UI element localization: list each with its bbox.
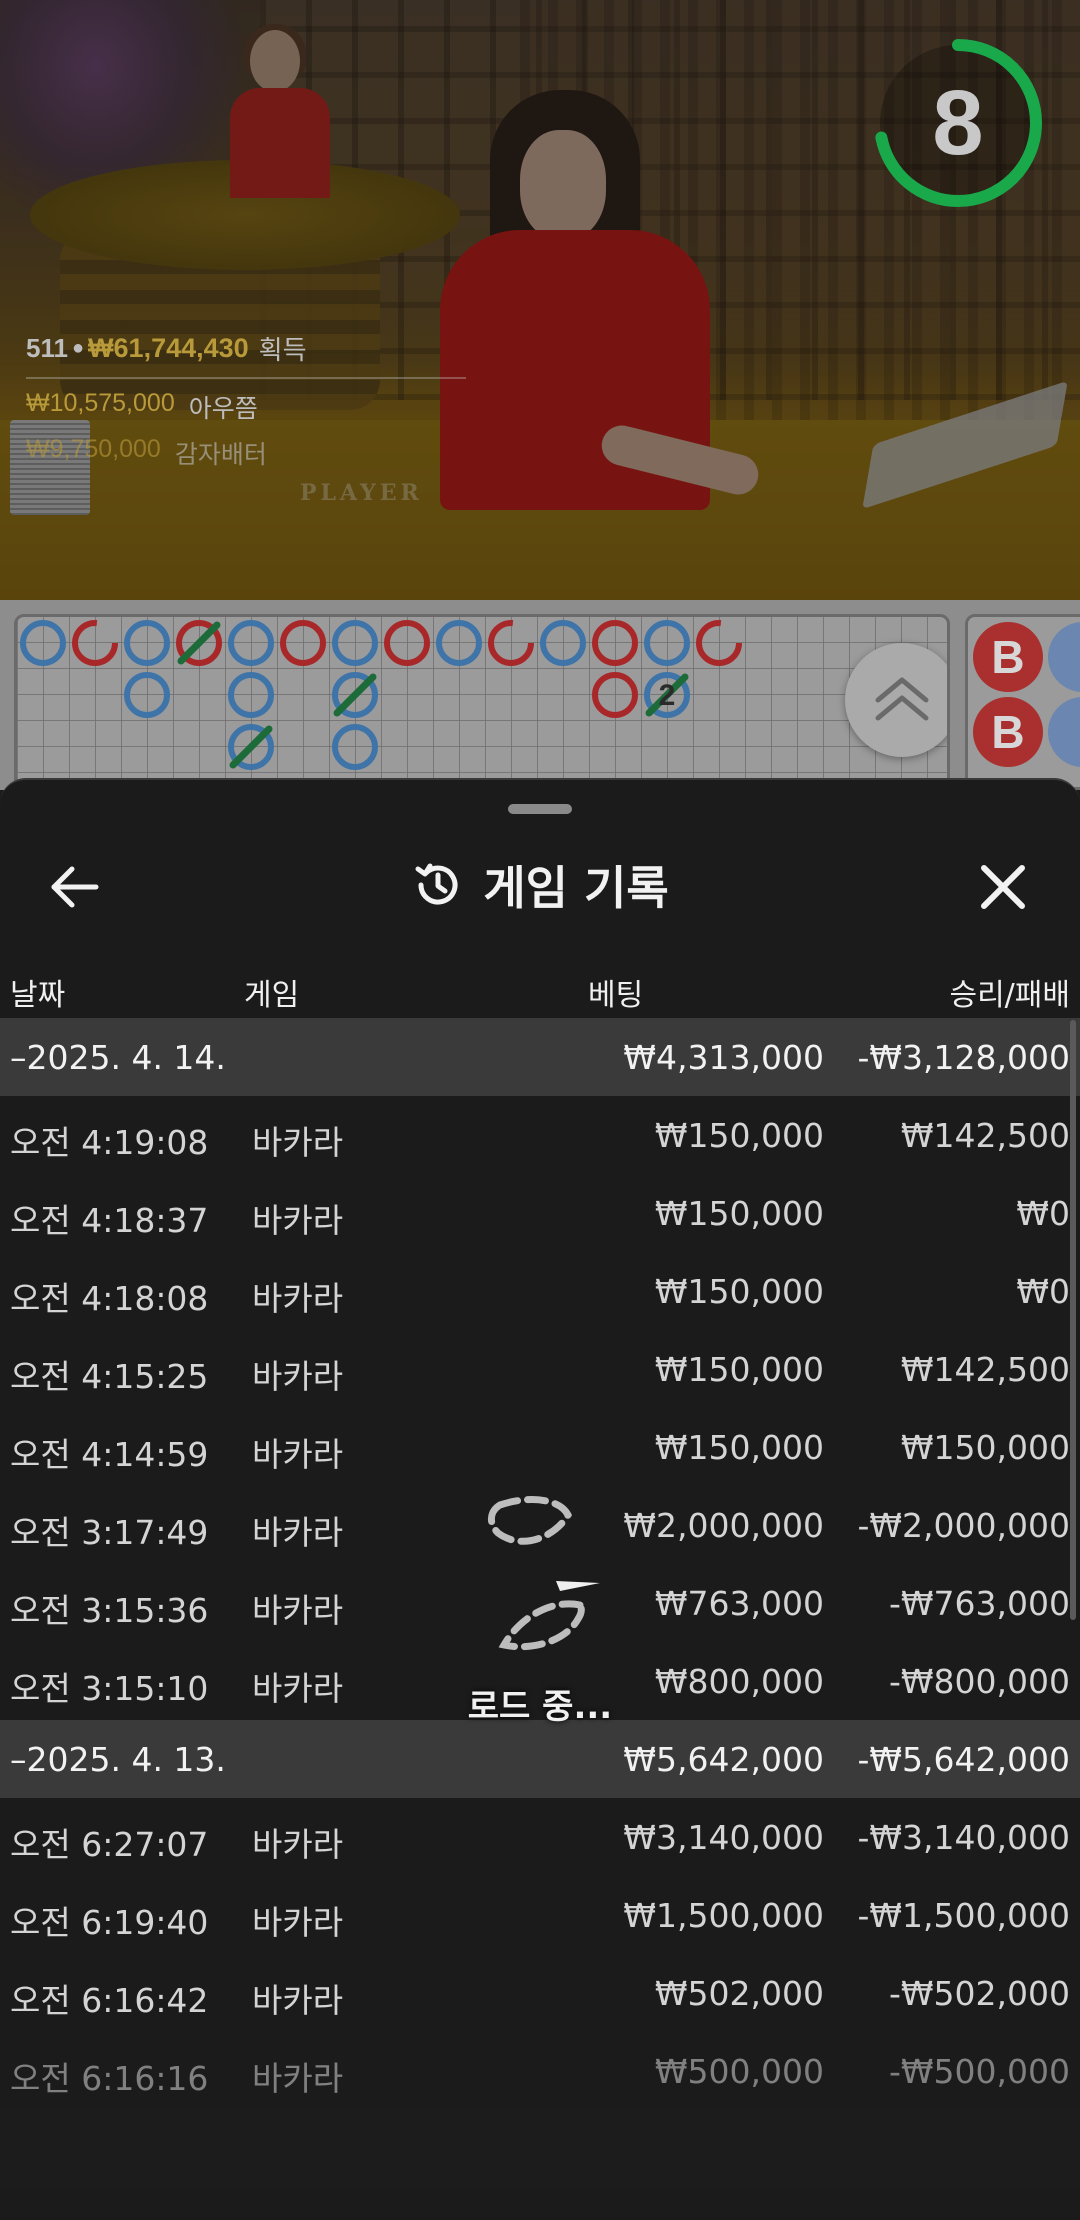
history-row[interactable]: 오전 4:15:25 바카라 ₩150,000 ₩142,500 — [0, 1330, 1080, 1408]
close-icon — [981, 865, 1025, 909]
scrollbar[interactable] — [1070, 1020, 1076, 1620]
history-icon — [415, 863, 458, 905]
bigroad-tie-count: 2 — [659, 679, 676, 712]
app-root: PLAYER 8 511 ● ₩61,744,430 획득 ₩10,575,00… — [0, 0, 1080, 2220]
history-row[interactable]: 오전 6:27:07 바카라 ₩3,140,000 -₩3,140,000 — [0, 1798, 1080, 1876]
game-history-sheet: 게임 기록 날짜 게임 베팅 승리/패배 –2025. 4. 14. ₩4,31… — [0, 778, 1080, 2220]
loading-text: 로드 중... — [467, 1687, 613, 1727]
loading-indicator: 로드 중... — [460, 1485, 620, 1727]
date-group-row[interactable]: –2025. 4. 14. ₩4,313,000 -₩3,128,000 — [0, 1018, 1080, 1096]
bead-banker: B — [973, 697, 1043, 767]
history-row[interactable]: 오전 6:16:42 바카라 ₩502,000 -₩502,000 — [0, 1954, 1080, 2032]
sheet-title-text: 게임 기록 — [483, 861, 669, 915]
live-video: PLAYER 8 511 ● ₩61,744,430 획득 ₩10,575,00… — [0, 0, 1080, 600]
date-group-row-partial — [0, 2110, 1080, 2188]
person-icon: ● — [71, 337, 85, 359]
history-row[interactable]: 오전 4:14:59 바카라 ₩150,000 ₩150,000 — [0, 1408, 1080, 1486]
arrow-left-icon — [51, 866, 99, 908]
date-group-row[interactable]: –2025. 4. 13. ₩5,642,000 -₩5,642,000 — [0, 1720, 1080, 1798]
sheet-header: 게임 기록 — [0, 830, 1080, 940]
sheet-drag-handle[interactable] — [508, 804, 572, 814]
timer-value: 8 — [932, 72, 984, 174]
column-result: 승리/패배 — [949, 978, 1070, 1013]
bead-banker: B — [973, 622, 1043, 692]
top-winner: ₩9,750,000 감자배터 — [26, 435, 267, 469]
column-game: 게임 — [244, 978, 300, 1013]
big-road: 2 — [14, 614, 950, 790]
column-bet: 베팅 — [588, 978, 644, 1013]
sheet-title: 게임 기록 — [0, 830, 1080, 940]
bead-player — [1048, 622, 1080, 692]
history-row[interactable]: 오전 4:19:08 바카라 ₩150,000 ₩142,500 — [0, 1096, 1080, 1174]
scoreboard: 2 B B — [0, 600, 1080, 790]
history-row[interactable]: 오전 6:19:40 바카라 ₩1,500,000 -₩1,500,000 — [0, 1876, 1080, 1954]
bead-road: B B — [965, 614, 1080, 790]
countdown-timer: 8 — [873, 38, 1043, 208]
close-button[interactable] — [968, 852, 1038, 922]
column-date: 날짜 — [10, 978, 66, 1013]
top-winner: ₩10,575,000 아우쯤 — [26, 389, 258, 423]
chevron-double-up-icon — [875, 677, 929, 721]
history-row[interactable]: 오전 4:18:37 바카라 ₩150,000 ₩0 — [0, 1174, 1080, 1252]
back-button[interactable] — [40, 852, 110, 922]
expand-road-button[interactable] — [845, 643, 947, 757]
winners-total-label: 획득 — [258, 335, 307, 365]
winners-panel: 511 ● ₩61,744,430 획득 ₩10,575,000 아우쯤 ₩9,… — [26, 330, 466, 471]
bead-player — [1048, 697, 1080, 767]
history-column-headers: 날짜 게임 베팅 승리/패배 — [0, 958, 1080, 1018]
winners-total: ₩61,744,430 — [88, 333, 249, 363]
winner-count: 511 — [26, 333, 68, 363]
history-row[interactable]: 오전 6:16:16 바카라 ₩500,000 -₩500,000 — [0, 2032, 1080, 2110]
history-row[interactable]: 오전 4:18:08 바카라 ₩150,000 ₩0 — [0, 1252, 1080, 1330]
spinner-icon — [488, 1496, 600, 1651]
